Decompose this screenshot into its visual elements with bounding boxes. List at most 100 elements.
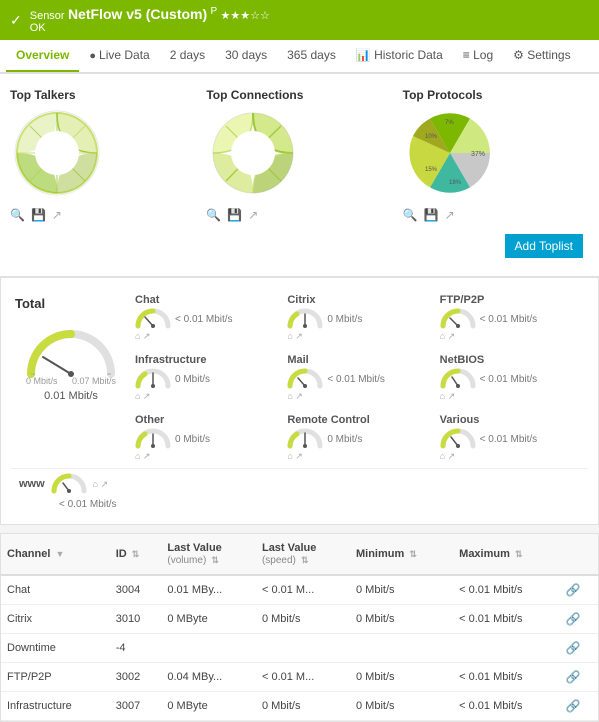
- gauge-ftp-label: FTP/P2P: [440, 294, 584, 306]
- tab-live-data[interactable]: ●Live Data: [79, 40, 159, 72]
- superscript: P: [211, 6, 218, 17]
- top-protocols-icons: 🔍 💾 ↗: [403, 208, 589, 222]
- cell-maximum: < 0.01 Mbit/s: [453, 575, 560, 605]
- svg-text:18%: 18%: [449, 180, 462, 186]
- tab-2days[interactable]: 2 days: [160, 40, 215, 72]
- page-title: NetFlow v5 (Custom): [68, 6, 207, 22]
- col-id[interactable]: ID ⇅: [110, 534, 162, 575]
- link-icon-4[interactable]: 🔗: [566, 670, 581, 684]
- tab-overview[interactable]: Overview: [6, 40, 79, 72]
- top-connections-block: Top Connections 🔍 💾 ↗: [206, 88, 392, 222]
- gauge-chat-value: < 0.01 Mbit/s: [175, 314, 233, 325]
- link-icon-5[interactable]: 🔗: [566, 699, 581, 713]
- cell-id: 3007: [110, 692, 162, 721]
- sort-speed-icon: ⇅: [301, 555, 309, 565]
- cell-channel: FTP/P2P: [1, 663, 110, 692]
- cell-channel: Chat: [1, 575, 110, 605]
- save-icon-3[interactable]: 💾: [424, 208, 439, 222]
- tab-settings[interactable]: ⚙ Settings: [503, 40, 580, 72]
- tab-30days[interactable]: 30 days: [215, 40, 277, 72]
- gauge-ftp-svg: [440, 308, 476, 330]
- cell-last-speed: < 0.01 M...: [256, 663, 350, 692]
- gauge-mail-label: Mail: [287, 354, 431, 366]
- tab-365days[interactable]: 365 days: [277, 40, 346, 72]
- gauge-citrix-value: 0 Mbit/s: [327, 314, 362, 325]
- table-row: Citrix 3010 0 MByte 0 Mbit/s 0 Mbit/s < …: [1, 605, 598, 634]
- tab-log[interactable]: ≡ Log: [453, 40, 503, 72]
- cell-id: -4: [110, 634, 162, 663]
- add-toplist-button[interactable]: Add Toplist: [505, 234, 583, 258]
- gauge-infra-icons: ⌂ ↗: [135, 391, 279, 402]
- gauge-chat: Chat < 0.01 Mbit/s ⌂ ↗: [131, 288, 283, 348]
- cell-last-vol: 0 MByte: [161, 605, 256, 634]
- col-last-vol[interactable]: Last Value(volume) ⇅: [161, 534, 256, 575]
- col-minimum[interactable]: Minimum ⇅: [350, 534, 453, 575]
- top-protocols-title: Top Protocols: [403, 88, 589, 102]
- gauge-infra-label: Infrastructure: [135, 354, 279, 366]
- sensor-label: Sensor: [30, 10, 65, 22]
- gauge-mail-svg: [287, 368, 323, 390]
- svg-text:15%: 15%: [425, 167, 438, 173]
- open-icon-2[interactable]: ↗: [248, 208, 258, 222]
- gauge-other-svg: [135, 428, 171, 450]
- sort-channel-icon: ▼: [55, 549, 64, 559]
- gauge-netbios-value: < 0.01 Mbit/s: [480, 374, 538, 385]
- gauge-citrix-svg: [287, 308, 323, 330]
- top-talkers-block: Top Talkers 🔍 💾 ↗: [10, 88, 196, 222]
- gauge-other-icons: ⌂ ↗: [135, 451, 279, 462]
- gauge-max: 0.07 Mbit/s: [72, 376, 116, 386]
- open-icon-3[interactable]: ↗: [445, 208, 455, 222]
- cell-action[interactable]: 🔗: [560, 634, 598, 663]
- zoom-icon[interactable]: 🔍: [10, 208, 25, 222]
- top-talkers-chart: [10, 106, 105, 201]
- gauge-citrix-icons: ⌂ ↗: [287, 331, 431, 342]
- cell-last-vol: 0.01 MBy...: [161, 575, 256, 605]
- gauge-netbios-icons: ⌂ ↗: [440, 391, 584, 402]
- gauge-various-value: < 0.01 Mbit/s: [480, 434, 538, 445]
- col-last-speed[interactable]: Last Value(speed) ⇅: [256, 534, 350, 575]
- cell-action[interactable]: 🔗: [560, 663, 598, 692]
- gauge-other-label: Other: [135, 414, 279, 426]
- save-icon[interactable]: 💾: [31, 208, 46, 222]
- col-maximum[interactable]: Maximum ⇅: [453, 534, 560, 575]
- link-icon[interactable]: 🔗: [566, 583, 581, 597]
- gauge-other-value: 0 Mbit/s: [175, 434, 210, 445]
- data-table-section: Channel ▼ ID ⇅ Last Value(volume) ⇅ Last…: [0, 533, 599, 722]
- cell-action[interactable]: 🔗: [560, 605, 598, 634]
- www-row: www ⌂ ↗: [11, 468, 588, 499]
- link-icon-3[interactable]: 🔗: [566, 641, 581, 655]
- svg-text:7%: 7%: [445, 120, 454, 126]
- gauge-remote-label: Remote Control: [287, 414, 431, 426]
- gauge-mail-value: < 0.01 Mbit/s: [327, 374, 385, 385]
- open-icon[interactable]: ↗: [52, 208, 62, 222]
- save-icon-2[interactable]: 💾: [227, 208, 242, 222]
- table-row: Downtime -4 🔗: [1, 634, 598, 663]
- zoom-icon-2[interactable]: 🔍: [206, 208, 221, 222]
- gauge-chat-label: Chat: [135, 294, 279, 306]
- gauge-ftp-icons: ⌂ ↗: [440, 331, 584, 342]
- sort-vol-icon: ⇅: [211, 555, 219, 565]
- star-rating[interactable]: ★★★☆☆: [221, 10, 270, 22]
- gauge-remote-svg: [287, 428, 323, 450]
- svg-text:37%: 37%: [471, 151, 485, 158]
- gauge-netbios: NetBIOS < 0.01 Mbit/s ⌂ ↗: [436, 348, 588, 408]
- cell-last-speed: [256, 634, 350, 663]
- zoom-icon-3[interactable]: 🔍: [403, 208, 418, 222]
- svg-text:10%: 10%: [425, 134, 438, 140]
- gauge-remote-value: 0 Mbit/s: [327, 434, 362, 445]
- cell-minimum: [350, 634, 453, 663]
- cell-minimum: 0 Mbit/s: [350, 663, 453, 692]
- col-channel[interactable]: Channel ▼: [1, 534, 110, 575]
- mini-gauges-grid: Chat < 0.01 Mbit/s ⌂ ↗ Citrix: [131, 288, 588, 468]
- gauge-ftp-value: < 0.01 Mbit/s: [480, 314, 538, 325]
- cell-action[interactable]: 🔗: [560, 692, 598, 721]
- header: ✓ Sensor NetFlow v5 (Custom) P ★★★☆☆ OK: [0, 0, 599, 40]
- toplists-section: Top Talkers 🔍 💾 ↗: [0, 73, 599, 277]
- tab-historic[interactable]: 📊 Historic Data: [346, 40, 453, 72]
- gauge-various-icons: ⌂ ↗: [440, 451, 584, 462]
- link-icon-2[interactable]: 🔗: [566, 612, 581, 626]
- table-row: FTP/P2P 3002 0.04 MBy... < 0.01 M... 0 M…: [1, 663, 598, 692]
- cell-id: 3010: [110, 605, 162, 634]
- cell-action[interactable]: 🔗: [560, 575, 598, 605]
- gauge-citrix-label: Citrix: [287, 294, 431, 306]
